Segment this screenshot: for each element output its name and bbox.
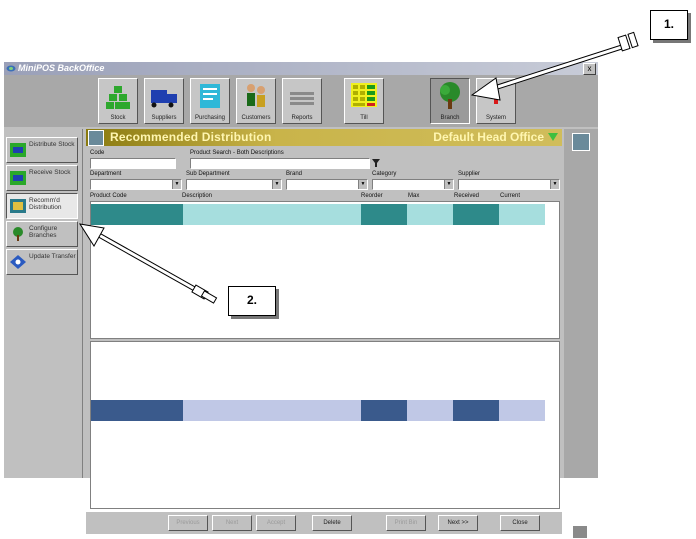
- callout-one: 1.: [650, 10, 688, 40]
- callout-two: 2.: [228, 286, 276, 316]
- arrow-one: [470, 31, 639, 101]
- accept-button[interactable]: Accept: [256, 515, 296, 531]
- previous-button[interactable]: Previous: [168, 515, 208, 531]
- annotation-arrows: [78, 31, 639, 304]
- delete-button[interactable]: Delete: [312, 515, 352, 531]
- print-bin-button[interactable]: Print Bin: [386, 515, 426, 531]
- next-record-button[interactable]: Next: [212, 515, 252, 531]
- next-button[interactable]: Next >>: [438, 515, 478, 531]
- close-window-button[interactable]: Close: [500, 515, 540, 531]
- arrow-two: [78, 223, 218, 304]
- action-bar: Previous Next Accept Delete Print Bin Ne…: [86, 512, 562, 534]
- calculator-icon[interactable]: [572, 525, 588, 539]
